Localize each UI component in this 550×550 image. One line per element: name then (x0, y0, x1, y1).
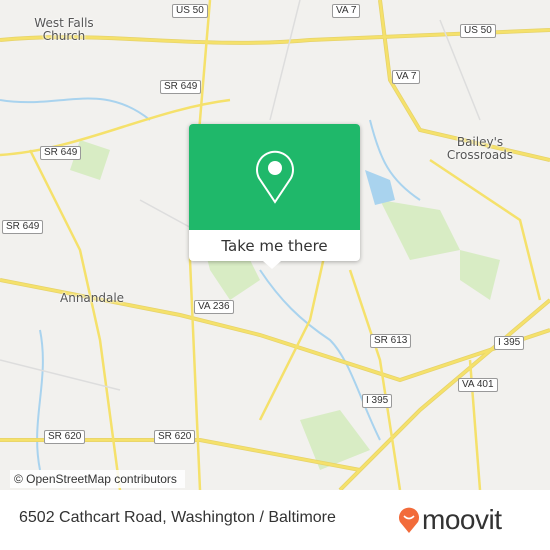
road-shield: SR 620 (44, 430, 86, 444)
address-label: 6502 Cathcart Road, Washington / Baltimo… (19, 509, 336, 526)
place-label: Bailey's Crossroads (446, 135, 514, 162)
location-popup: Take me there (189, 124, 360, 269)
moovit-pin-icon (399, 507, 419, 533)
brand-name: moovit (422, 504, 502, 535)
road-shield: US 50 (460, 24, 496, 38)
road-shield: VA 236 (194, 300, 234, 314)
road-shield: I 395 (494, 336, 525, 350)
road-shield: SR 620 (154, 430, 196, 444)
road-shield: VA 7 (332, 4, 361, 18)
footer: 6502 Cathcart Road, Washington / Baltimo… (0, 490, 550, 550)
take-me-there-button[interactable]: Take me there (189, 230, 360, 261)
popup-pointer (263, 261, 281, 269)
road-shield: I 395 (362, 394, 393, 408)
place-label: West Falls Church (34, 16, 94, 43)
road-shield: SR 613 (370, 334, 412, 348)
popup-header (189, 124, 360, 230)
road-shield: SR 649 (160, 80, 202, 94)
moovit-logo: moovit (398, 504, 502, 536)
place-label: Annandale (60, 291, 125, 305)
map-pin-icon (255, 150, 294, 204)
attribution[interactable]: © OpenStreetMap contributors (10, 470, 185, 488)
road-shield: SR 649 (2, 220, 44, 234)
road-shield: US 50 (172, 4, 208, 18)
road-shield: VA 401 (458, 378, 498, 392)
road-shield: VA 7 (392, 70, 421, 84)
road-shield: SR 649 (40, 146, 82, 160)
